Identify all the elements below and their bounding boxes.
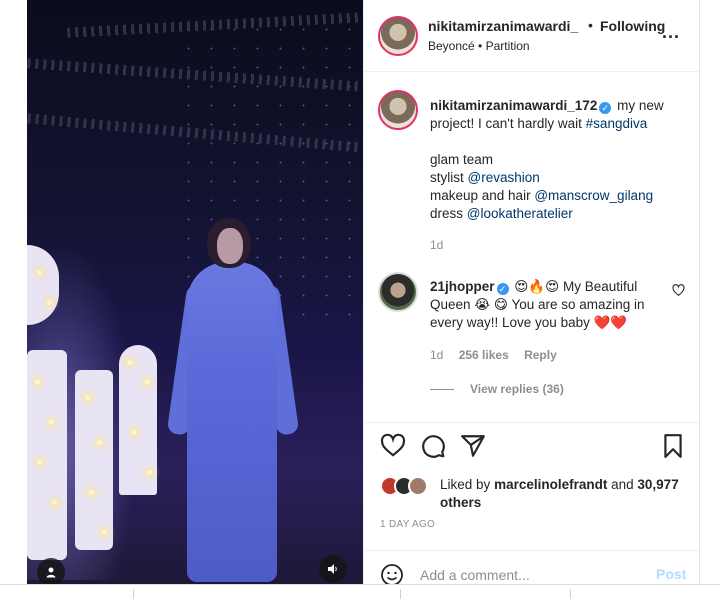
separator-dot: • — [588, 17, 593, 33]
heart-icon[interactable] — [380, 433, 406, 459]
liker-username[interactable]: marcelinolefrandt — [494, 477, 607, 492]
caption-line-text: dress — [430, 206, 467, 221]
comment-likes-count[interactable]: 256 likes — [459, 348, 509, 362]
figure-face — [217, 228, 243, 264]
comment-timestamp[interactable]: 1d — [430, 348, 443, 362]
commenter-avatar[interactable] — [378, 272, 418, 312]
mention-link[interactable]: @revashion — [468, 170, 540, 185]
liker-avatar[interactable] — [408, 476, 428, 496]
caption-text: nikitamirzanimawardi_172 ✓ my new project… — [430, 97, 680, 133]
view-replies-label: View replies (36) — [470, 382, 564, 396]
comment-input[interactable] — [420, 565, 640, 585]
author-username[interactable]: nikitamirzanimawardi_ — [428, 18, 578, 34]
caption-line: dress @lookatheratelier — [430, 205, 690, 223]
caption-line-text: makeup and hair — [430, 188, 535, 203]
likes-text: Liked by marcelinolefrandt and 30,977 ot… — [440, 476, 680, 512]
mention-link[interactable]: @manscrow_gilang — [534, 188, 653, 203]
likes-conjunction: and — [611, 477, 634, 492]
likes-prefix: Liked by — [440, 477, 491, 492]
caption-line-text: stylist — [430, 170, 468, 185]
caption-line-text: glam team — [430, 152, 494, 167]
divider — [133, 589, 134, 599]
replies-divider — [430, 389, 454, 391]
comment-emoji: 😭 😋 — [474, 297, 508, 312]
backdrop — [0, 0, 27, 584]
marquee-letter — [75, 370, 113, 550]
divider — [570, 589, 571, 599]
more-options-icon[interactable]: ... — [662, 22, 680, 43]
caption-timestamp[interactable]: 1d — [430, 238, 443, 252]
backdrop — [699, 0, 720, 584]
caption-line: glam team — [430, 151, 690, 169]
caption-avatar[interactable] — [378, 90, 418, 130]
post-modal: nikitamirzanimawardi_ • Following Beyonc… — [0, 0, 720, 602]
comment-emoji: ❤️❤️ — [593, 315, 628, 330]
following-button[interactable]: Following — [600, 18, 665, 34]
view-replies-button[interactable]: View replies (36) — [430, 382, 564, 396]
marquee-letter — [27, 350, 67, 560]
author-avatar[interactable] — [378, 16, 418, 56]
post-header: nikitamirzanimawardi_ • Following Beyonc… — [364, 0, 700, 72]
post-details-panel: nikitamirzanimawardi_ • Following Beyonc… — [363, 0, 700, 586]
hashtag-link[interactable]: #sangdiva — [586, 116, 648, 131]
comment-meta: 1d 256 likes Reply — [430, 348, 569, 362]
user-tag-icon[interactable] — [37, 558, 65, 584]
post-comment-button[interactable]: Post — [656, 566, 686, 582]
post-timestamp[interactable]: 1 DAY AGO — [380, 519, 435, 530]
mention-link[interactable]: @lookatheratelier — [467, 206, 573, 221]
divider — [400, 589, 401, 599]
comment-emoji: 😍🔥😍 — [514, 279, 560, 294]
verified-badge-icon: ✓ — [496, 283, 509, 295]
bottom-scroll-area — [0, 584, 720, 602]
post-video[interactable] — [27, 0, 363, 584]
speaker-icon[interactable] — [319, 555, 347, 583]
figure-dress — [187, 262, 277, 582]
paper-plane-icon[interactable] — [460, 433, 486, 459]
caption-line: makeup and hair @manscrow_gilang — [430, 187, 690, 205]
comment-icon[interactable] — [420, 433, 446, 459]
caption-username[interactable]: nikitamirzanimawardi_172 — [430, 98, 597, 113]
caption-line: stylist @revashion — [430, 169, 690, 187]
comment-text: 21jhopper ✓ 😍🔥😍 My Beautiful Queen 😭 😋 Yo… — [430, 278, 662, 332]
comment-like-heart-icon[interactable] — [672, 284, 686, 298]
audio-track-link[interactable]: Beyoncé • Partition — [428, 39, 530, 53]
verified-badge-icon: ✓ — [599, 102, 612, 114]
reply-button[interactable]: Reply — [524, 348, 557, 362]
commenter-username[interactable]: 21jhopper — [430, 279, 495, 294]
bookmark-icon[interactable] — [660, 433, 686, 459]
action-bar — [364, 422, 700, 468]
